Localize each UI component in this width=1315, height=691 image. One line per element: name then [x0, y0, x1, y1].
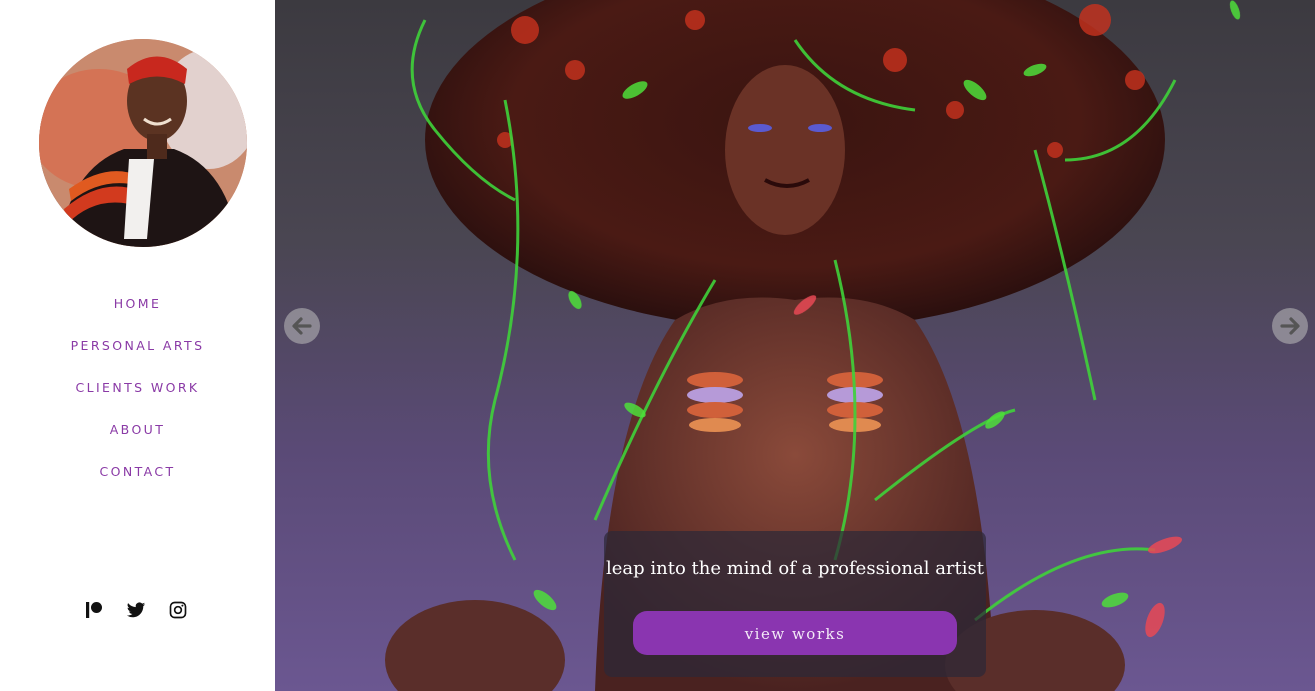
- twitter-icon[interactable]: [126, 600, 146, 620]
- avatar-portrait: [39, 39, 247, 247]
- instagram-icon[interactable]: [168, 600, 188, 620]
- hero-slider: leap into the mind of a professional art…: [275, 0, 1315, 691]
- prev-slide-button[interactable]: [284, 308, 320, 344]
- nav-item-clients-work[interactable]: CLIENTS WORK: [0, 374, 275, 416]
- patreon-icon[interactable]: [84, 600, 104, 620]
- next-slide-button[interactable]: [1272, 308, 1308, 344]
- avatar[interactable]: [39, 39, 247, 247]
- sidebar: HOME PERSONAL ARTS CLIENTS WORK ABOUT CO…: [0, 0, 275, 691]
- hero-tagline: leap into the mind of a professional art…: [605, 558, 984, 579]
- view-works-button[interactable]: view works: [633, 611, 957, 655]
- hero-cta-panel: leap into the mind of a professional art…: [604, 531, 986, 677]
- nav-item-home[interactable]: HOME: [0, 290, 275, 332]
- nav-item-contact[interactable]: CONTACT: [0, 458, 275, 500]
- main-nav: HOME PERSONAL ARTS CLIENTS WORK ABOUT CO…: [0, 290, 275, 500]
- arrow-left-icon: [292, 317, 312, 335]
- social-links: [84, 600, 188, 620]
- nav-item-personal-arts[interactable]: PERSONAL ARTS: [0, 332, 275, 374]
- arrow-right-icon: [1280, 317, 1300, 335]
- nav-item-about[interactable]: ABOUT: [0, 416, 275, 458]
